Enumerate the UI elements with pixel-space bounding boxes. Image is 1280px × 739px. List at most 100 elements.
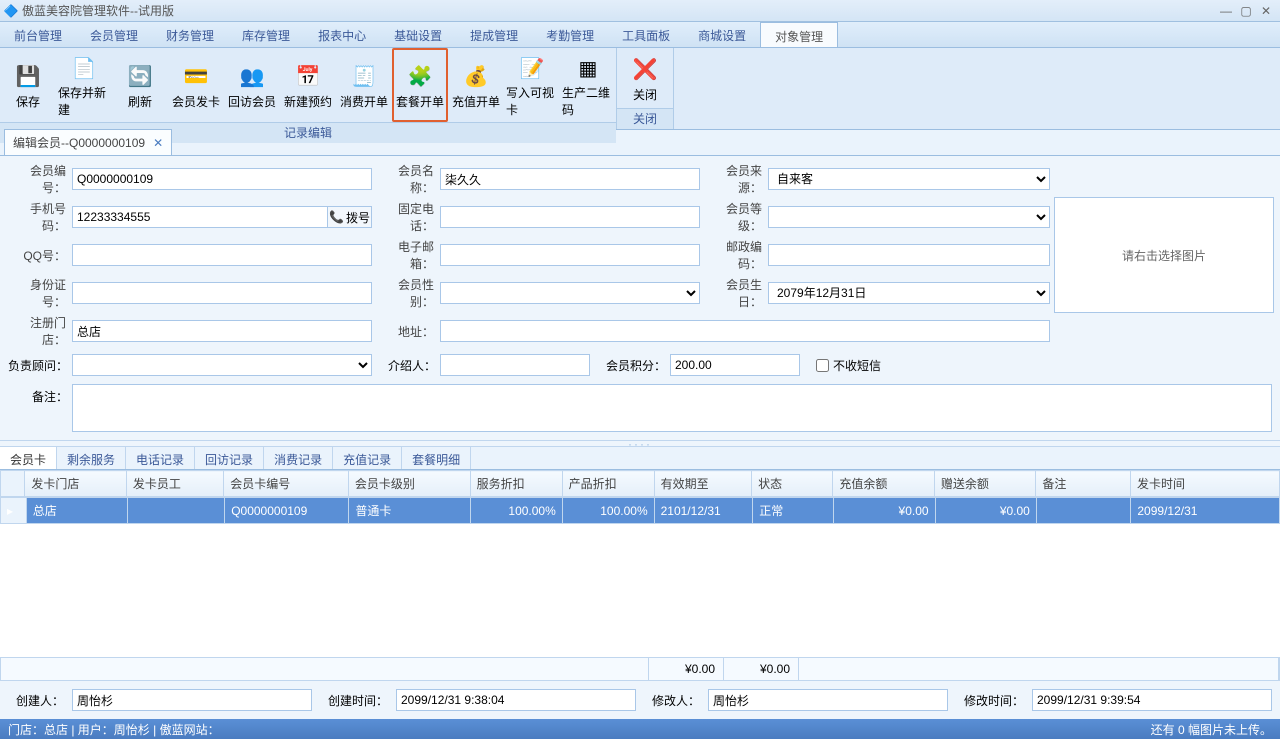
ribbon-btn-5[interactable]: 📅新建预约	[280, 48, 336, 122]
ribbon-icon-5: 📅	[292, 61, 324, 93]
regstore-label: 注册门店：	[8, 314, 68, 348]
menu-4[interactable]: 报表中心	[304, 22, 380, 47]
ribbon-btn-4[interactable]: 👥回访会员	[224, 48, 280, 122]
ribbon-icon-7: 🧩	[404, 61, 436, 93]
email-label: 电子邮箱：	[376, 238, 436, 272]
close-window-button[interactable]: ✕	[1256, 4, 1276, 18]
menu-7[interactable]: 考勤管理	[532, 22, 608, 47]
ctime-label: 创建时间：	[320, 692, 388, 709]
ribbon-icon-0: 💾	[12, 61, 44, 93]
points-input[interactable]	[670, 354, 800, 376]
maximize-button[interactable]: ▢	[1236, 4, 1256, 18]
col-header-0[interactable]	[1, 471, 25, 497]
col-header-11[interactable]: 备注	[1036, 471, 1131, 497]
member-no-input[interactable]	[72, 168, 372, 190]
menu-9[interactable]: 商城设置	[684, 22, 760, 47]
remark-textarea[interactable]	[72, 384, 1272, 432]
idcard-input[interactable]	[72, 282, 372, 304]
qq-input[interactable]	[72, 244, 372, 266]
menu-3[interactable]: 库存管理	[228, 22, 304, 47]
subtab-4[interactable]: 消费记录	[264, 447, 333, 469]
level-select[interactable]	[768, 206, 1050, 228]
ribbon-icon-10: ▦	[572, 52, 604, 84]
mtime-label: 修改时间：	[956, 692, 1024, 709]
grip-icon: ····	[628, 437, 652, 451]
table-row[interactable]: ▸ 总店 Q0000000109 普通卡 100.00% 100.00% 210…	[1, 498, 1280, 524]
menu-2[interactable]: 财务管理	[152, 22, 228, 47]
close-tab-icon[interactable]: ✕	[153, 136, 163, 150]
col-header-8[interactable]: 状态	[752, 471, 833, 497]
subtab-0[interactable]: 会员卡	[0, 447, 57, 469]
col-header-7[interactable]: 有效期至	[654, 471, 751, 497]
ribbon-icon-9: 📝	[516, 52, 548, 84]
col-header-3[interactable]: 会员卡编号	[224, 471, 349, 497]
minimize-button[interactable]: —	[1216, 4, 1236, 18]
close-icon: ❌	[629, 54, 661, 86]
ribbon-btn-10[interactable]: ▦生产二维码	[560, 48, 616, 122]
col-header-12[interactable]: 发卡时间	[1131, 471, 1280, 497]
mobile-label: 手机号码：	[8, 200, 68, 234]
ribbon-btn-3[interactable]: 💳会员发卡	[168, 48, 224, 122]
close-ribbon-button[interactable]: ❌ 关闭	[617, 48, 673, 108]
total-balance: ¥0.00	[649, 658, 724, 680]
menu-6[interactable]: 提成管理	[456, 22, 532, 47]
creator-label: 创建人：	[8, 692, 64, 709]
member-name-input[interactable]	[440, 168, 700, 190]
no-sms-checkbox[interactable]	[816, 359, 829, 372]
subtab-6[interactable]: 套餐明细	[402, 447, 471, 469]
remark-row: 备注：	[0, 380, 1280, 440]
menu-0[interactable]: 前台管理	[0, 22, 76, 47]
advisor-select[interactable]	[72, 354, 372, 376]
mtime-input	[1032, 689, 1272, 711]
ribbon-icon-4: 👥	[236, 61, 268, 93]
no-sms-checkbox-wrap[interactable]: 不收短信	[816, 357, 881, 374]
sex-label: 会员性别：	[376, 276, 436, 310]
regstore-input[interactable]	[72, 320, 372, 342]
menu-10[interactable]: 对象管理	[760, 22, 838, 47]
ribbon-icon-2: 🔄	[124, 61, 156, 93]
subtab-5[interactable]: 充值记录	[333, 447, 402, 469]
ribbon-btn-0[interactable]: 💾保存	[0, 48, 56, 122]
referrer-label: 介绍人：	[376, 357, 436, 374]
col-header-5[interactable]: 服务折扣	[470, 471, 562, 497]
ribbon-btn-2[interactable]: 🔄刷新	[112, 48, 168, 122]
sex-select[interactable]	[440, 282, 700, 304]
phone-input[interactable]	[440, 206, 700, 228]
audit-bar: 创建人： 创建时间： 修改人： 修改时间：	[0, 681, 1280, 719]
post-input[interactable]	[768, 244, 1050, 266]
menu-5[interactable]: 基础设置	[380, 22, 456, 47]
col-header-9[interactable]: 充值余额	[833, 471, 935, 497]
ribbon-btn-1[interactable]: 📄保存并新建	[56, 48, 112, 122]
subtab-2[interactable]: 电话记录	[126, 447, 195, 469]
addr-input[interactable]	[440, 320, 1050, 342]
total-bonus: ¥0.00	[724, 658, 799, 680]
document-tab[interactable]: 编辑会员--Q0000000109 ✕	[4, 129, 172, 155]
birth-input[interactable]: 2079年12月31日	[768, 282, 1050, 304]
ribbon-btn-6[interactable]: 🧾消费开单	[336, 48, 392, 122]
col-header-10[interactable]: 赠送余额	[934, 471, 1036, 497]
photo-placeholder[interactable]: 请右击选择图片	[1054, 197, 1274, 313]
menu-8[interactable]: 工具面板	[608, 22, 684, 47]
subtab-1[interactable]: 剩余服务	[57, 447, 126, 469]
member-no-label: 会员编号：	[8, 162, 68, 196]
ribbon: 💾保存📄保存并新建🔄刷新💳会员发卡👥回访会员📅新建预约🧾消费开单🧩套餐开单💰充值…	[0, 48, 1280, 130]
dial-button[interactable]: 📞拨号	[328, 206, 372, 228]
addr-label: 地址：	[376, 323, 436, 340]
col-header-4[interactable]: 会员卡级别	[348, 471, 470, 497]
ribbon-btn-8[interactable]: 💰充值开单	[448, 48, 504, 122]
phone-icon: 📞	[329, 210, 344, 224]
source-select[interactable]: 自来客	[768, 168, 1050, 190]
subtab-3[interactable]: 回访记录	[195, 447, 264, 469]
mobile-input[interactable]	[72, 206, 328, 228]
ribbon-btn-7[interactable]: 🧩套餐开单	[392, 48, 448, 122]
ribbon-icon-6: 🧾	[348, 61, 380, 93]
col-header-1[interactable]: 发卡门店	[25, 471, 127, 497]
referrer-input[interactable]	[440, 354, 590, 376]
col-header-6[interactable]: 产品折扣	[562, 471, 654, 497]
row-indicator: ▸	[1, 498, 27, 524]
email-input[interactable]	[440, 244, 700, 266]
menu-1[interactable]: 会员管理	[76, 22, 152, 47]
statusbar: 门店：总店 | 用户：周怡杉 | 傲蓝网站： 还有 0 幅图片未上传。	[0, 719, 1280, 739]
ribbon-btn-9[interactable]: 📝写入可视卡	[504, 48, 560, 122]
col-header-2[interactable]: 发卡员工	[126, 471, 223, 497]
